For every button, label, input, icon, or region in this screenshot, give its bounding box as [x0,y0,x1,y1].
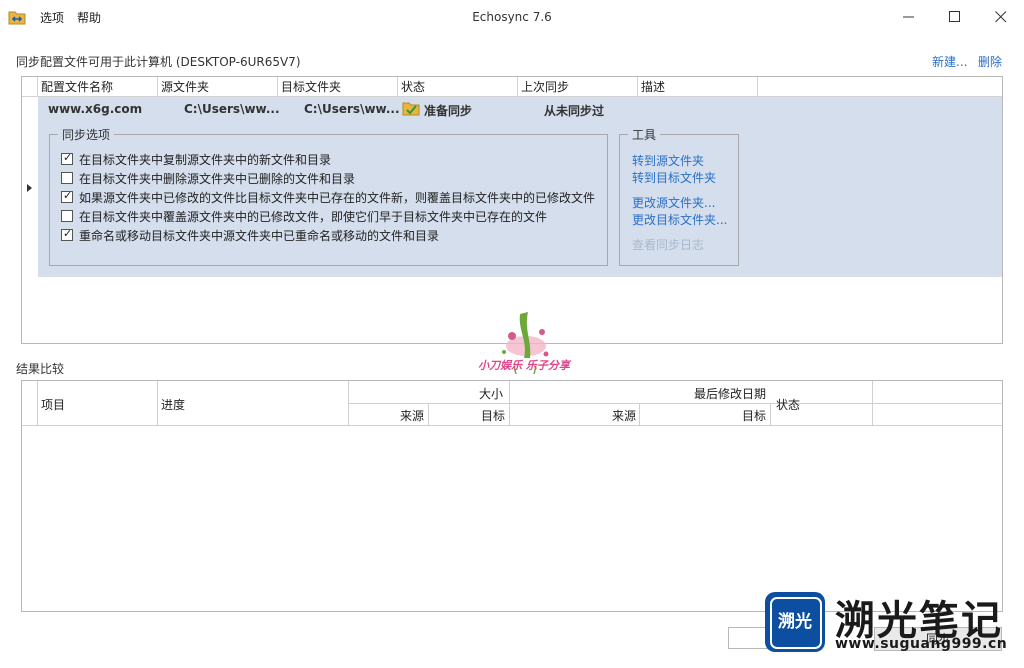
close-icon [995,11,1007,23]
center-watermark-text: 小刀娱乐 乐子分享 [478,359,570,372]
profiles-table: 配置文件名称 源文件夹 目标文件夹 状态 上次同步 描述 www.x6g.com… [21,76,1003,344]
column-header-description[interactable]: 描述 [638,77,758,97]
subheader-date-target[interactable]: 目标 [742,407,766,424]
profile-last-sync: 从未同步过 [544,104,605,118]
minimize-button[interactable] [886,0,932,34]
profile-target: C:\Users\ww... [304,102,400,116]
close-button[interactable] [978,0,1024,34]
view-sync-log-link: 查看同步日志 [632,238,705,252]
option-label: 在目标文件夹中复制源文件夹中的新文件和目录 [79,153,332,167]
go-to-source-link[interactable]: 转到源文件夹 [632,152,704,169]
column-header-item[interactable]: 项目 [41,396,65,413]
new-profile-link[interactable]: 新建... [932,53,967,70]
subheader-date-source[interactable]: 来源 [612,407,636,424]
column-header-last-sync[interactable]: 上次同步 [518,77,638,97]
tools-group: 工具 转到源文件夹 转到目标文件夹 更改源文件夹... 更改目标文件夹... 查… [619,126,739,266]
checkbox-rename-move[interactable]: ✓ [61,227,73,241]
row-selector-arrow-icon [27,184,32,192]
minimize-icon [903,16,914,18]
column-header-filler [758,77,1002,97]
results-title: 结果比较 [16,362,65,376]
results-table: 项目 进度 大小 最后修改日期 状态 来源 目标 来源 目标 [21,380,1003,612]
column-header-source[interactable]: 源文件夹 [158,77,278,97]
go-to-target-link[interactable]: 转到目标文件夹 [632,169,716,186]
subheader-size-source[interactable]: 来源 [400,407,424,424]
tools-legend: 工具 [628,126,661,143]
option-label: 在目标文件夹中覆盖源文件夹中的已修改文件，即使它们早于目标文件夹中已存在的文件 [79,210,548,224]
profile-row-selected[interactable]: www.x6g.com C:\Users\ww... C:\Users\ww..… [38,97,1002,277]
change-target-link[interactable]: 更改目标文件夹... [632,211,727,228]
window-title: Echosync 7.6 [472,10,552,24]
row-header-column [22,77,38,97]
checkbox-delete-removed[interactable] [61,172,73,184]
brand-logo-text: 溯光 [778,612,812,632]
center-watermark: 小刀娱乐 乐子分享 [462,306,582,410]
column-header-target[interactable]: 目标文件夹 [278,77,398,97]
ready-check-icon [402,102,420,116]
delete-profile-link[interactable]: 删除 [978,53,1002,70]
change-source-link[interactable]: 更改源文件夹... [632,194,715,211]
option-label: 如果源文件夹中已修改的文件比目标文件夹中已存在的文件新，则覆盖目标文件夹中的已修… [79,191,596,205]
profile-status: 准备同步 [424,104,473,118]
profiles-header: 同步配置文件可用于此计算机 (DESKTOP-6UR65V7) [16,55,301,69]
checkbox-copy-new[interactable]: ✓ [61,151,73,165]
title-bar: 选项 帮助 Echosync 7.6 [0,0,1024,34]
brand-logo-icon: 溯光 [765,592,825,652]
column-header-results-status[interactable]: 状态 [776,396,800,413]
column-header-progress[interactable]: 进度 [161,396,185,413]
checkmark-icon: ✓ [63,151,73,164]
sync-options-legend: 同步选项 [58,126,115,143]
checkbox-overwrite-older[interactable] [61,210,73,222]
profile-source: C:\Users\ww... [184,102,280,116]
maximize-icon [949,11,960,22]
option-label: 重命名或移动目标文件夹中源文件夹中已重命名或移动的文件和目录 [79,229,440,243]
column-header-modified[interactable]: 最后修改日期 [694,385,766,402]
checkmark-icon: ✓ [63,189,73,202]
maximize-button[interactable] [932,0,978,34]
option-label: 在目标文件夹中删除源文件夹中已删除的文件和目录 [79,172,356,186]
checkmark-icon: ✓ [63,227,73,240]
sync-options-group: 同步选项 ✓ 在目标文件夹中复制源文件夹中的新文件和目录 在目标文件夹中删除源文… [49,126,608,266]
profile-name: www.x6g.com [48,102,143,116]
column-header-status[interactable]: 状态 [398,77,518,97]
column-header-name[interactable]: 配置文件名称 [38,77,158,97]
checkbox-overwrite-newer[interactable]: ✓ [61,189,73,203]
brand-url: www.suguang999.cn [835,636,1008,652]
